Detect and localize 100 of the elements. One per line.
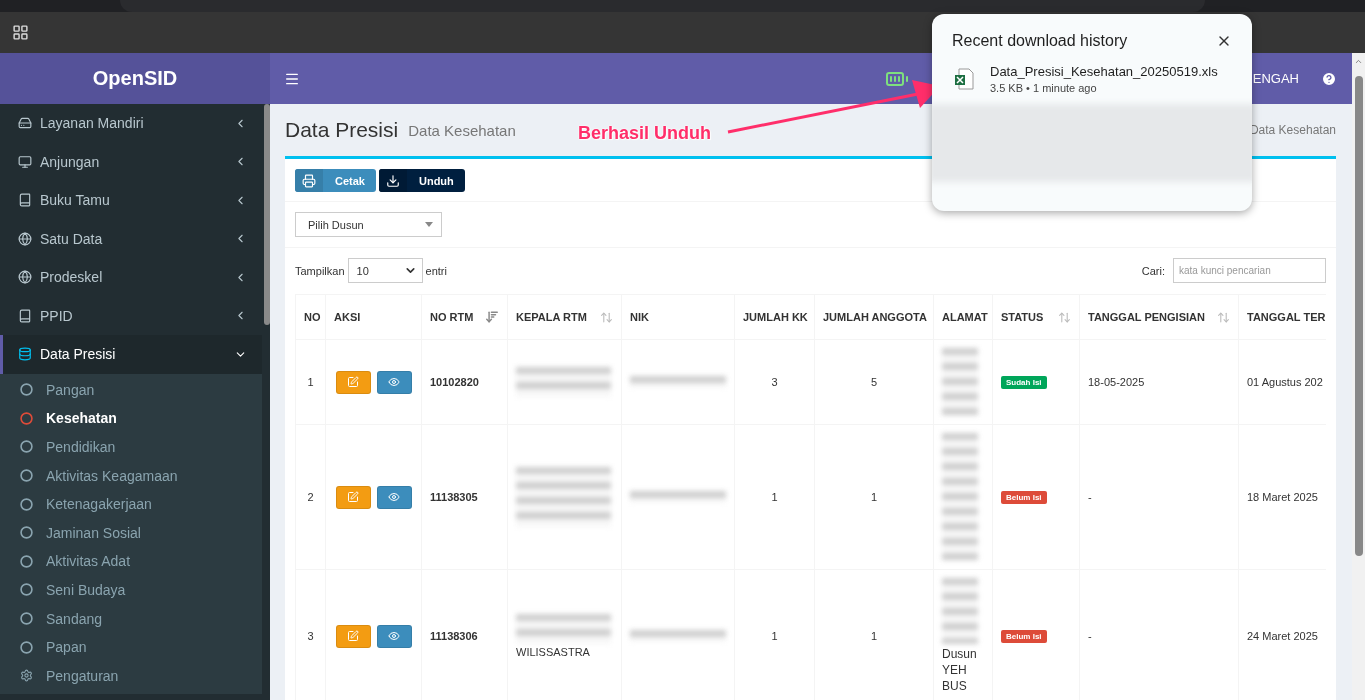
app-logo[interactable]: OpenSID: [0, 53, 270, 104]
print-button[interactable]: Cetak: [295, 169, 376, 192]
column-header: NIK: [630, 311, 649, 323]
sidebar-item-label: Anjungan: [40, 153, 101, 170]
sidebar-item-label: PPID: [40, 307, 74, 324]
sidebar-item[interactable]: Anjungan: [0, 142, 262, 181]
table-cell: -: [1088, 630, 1092, 642]
edit-icon: [347, 491, 359, 503]
scroll-up-icon[interactable]: [1354, 57, 1363, 66]
circle-icon: [20, 469, 33, 483]
eye-icon: [388, 491, 400, 503]
search-field[interactable]: kata kunci pencarian: [1173, 258, 1326, 283]
edit-button[interactable]: [335, 624, 371, 648]
sort-icon[interactable]: [1058, 310, 1071, 324]
table-cell: 10102820: [430, 376, 479, 388]
circle-icon: [20, 554, 33, 568]
page-size-select[interactable]: 10: [347, 258, 423, 283]
column-header: TANGGAL PENGISIAN: [1088, 311, 1205, 323]
sidebar-item[interactable]: PPID: [0, 296, 262, 335]
circle-icon: [20, 583, 33, 597]
sort-icon[interactable]: [600, 310, 613, 324]
edit-icon: [347, 376, 359, 388]
submenu-item[interactable]: Pengaturan: [0, 661, 262, 691]
submenu-item[interactable]: Seni Budaya: [0, 575, 262, 605]
column-header: KEPALA RTM: [516, 311, 587, 323]
table-cell: 1: [870, 491, 878, 503]
view-button[interactable]: [376, 370, 412, 394]
edit-button[interactable]: [335, 370, 371, 394]
download-button[interactable]: Unduh: [378, 169, 465, 192]
status-badge: Sudah Isi: [1001, 376, 1047, 389]
submenu-item[interactable]: Sandang: [0, 604, 262, 633]
column-header: NO: [304, 311, 321, 323]
sidebar-item-label: Data Presisi: [40, 346, 117, 363]
show-label: Tampilkan: [295, 264, 345, 277]
table-cell: 1: [771, 630, 778, 642]
view-button[interactable]: [376, 624, 412, 648]
table-cell: 18 Maret 2025: [1247, 491, 1318, 503]
download-item[interactable]: Data_Presisi_Kesehatan_20250519.xls 3.5 KB • 1 minute ago: [932, 60, 1252, 104]
table-cell: 18-05-2025: [1088, 376, 1145, 388]
submenu-item[interactable]: Aktivitas Adat: [0, 547, 262, 576]
page-subtitle: Data Kesehatan: [408, 121, 516, 139]
sidebar-item[interactable]: Buku Tamu: [0, 181, 262, 220]
file-meta: 3.5 KB • 1 minute ago: [990, 82, 1098, 94]
search-label: Cari:: [1141, 264, 1165, 277]
table-cell: 11138305: [430, 491, 478, 503]
submenu-item[interactable]: Jaminan Sosial: [0, 518, 262, 548]
circle-icon: [20, 640, 33, 654]
sidebar-item-label: Buku Tamu: [40, 192, 111, 209]
sort-ascending-icon[interactable]: [485, 310, 499, 324]
book-icon: [18, 308, 32, 323]
spreadsheet-file-icon: [954, 68, 974, 90]
submenu-item[interactable]: Papan: [0, 632, 262, 662]
sidebar-item[interactable]: Prodeskel: [0, 258, 262, 297]
table-cell: 24 Maret 2025: [1247, 630, 1318, 642]
table-cell: 11138306: [430, 630, 478, 642]
sidebar-item[interactable]: Data Presisi: [0, 335, 262, 374]
submenu-item[interactable]: Ketenagakerjaan: [0, 489, 262, 519]
edit-button[interactable]: [335, 485, 371, 509]
column-header: TANGGAL TER: [1247, 311, 1326, 323]
status-badge: Belum Isi: [1001, 630, 1047, 643]
help-icon[interactable]: [1321, 70, 1337, 87]
scrollbar-thumb[interactable]: [1354, 76, 1363, 556]
circle-icon: [20, 612, 33, 626]
popup-title: Recent download history: [952, 32, 1128, 50]
printer-icon: [302, 173, 316, 188]
column-header: STATUS: [1001, 311, 1044, 323]
table-cell: 3: [307, 630, 314, 642]
scrollbar-thumb[interactable]: [264, 104, 270, 325]
submenu-item[interactable]: Pangan: [0, 375, 262, 405]
column-header: JUMLAH ANGGOTA: [823, 311, 927, 323]
column-header: AKSI: [334, 311, 361, 323]
sidebar-item[interactable]: Satu Data: [0, 219, 262, 258]
apps-icon[interactable]: [12, 24, 29, 41]
submenu-item[interactable]: Aktivitas Keagamaan: [0, 461, 262, 490]
table-cell: -: [1088, 491, 1092, 503]
table-cell: 1: [771, 491, 778, 503]
circle-icon: [20, 526, 33, 540]
sort-icon[interactable]: [1217, 310, 1230, 324]
column-header: ALAMAT: [942, 311, 988, 323]
table-cell-text: WILISSASTRA: [516, 646, 591, 658]
submenu-item[interactable]: Kesehatan: [0, 404, 262, 433]
view-button[interactable]: [376, 485, 412, 509]
blurred-text: [942, 578, 978, 644]
eye-icon: [388, 630, 400, 642]
page-title: Data Presisi: [285, 118, 399, 142]
monitor-icon: [18, 154, 32, 169]
region-label[interactable]: ENGAH: [1252, 71, 1299, 86]
globe-icon: [18, 270, 32, 285]
dusun-select[interactable]: Pilih Dusun: [295, 212, 442, 237]
table-cell: 2: [307, 491, 314, 503]
database-icon: [18, 347, 32, 362]
book-icon: [18, 193, 32, 208]
sidebar-item[interactable]: Layanan Mandiri: [0, 104, 262, 143]
submenu-item[interactable]: Pendidikan: [0, 432, 262, 462]
table-cell: 1: [307, 376, 314, 388]
edit-icon: [347, 630, 359, 642]
eye-icon: [388, 376, 400, 388]
gear-icon: [20, 669, 33, 683]
circle-icon: [20, 497, 33, 511]
globe-icon: [18, 231, 32, 246]
